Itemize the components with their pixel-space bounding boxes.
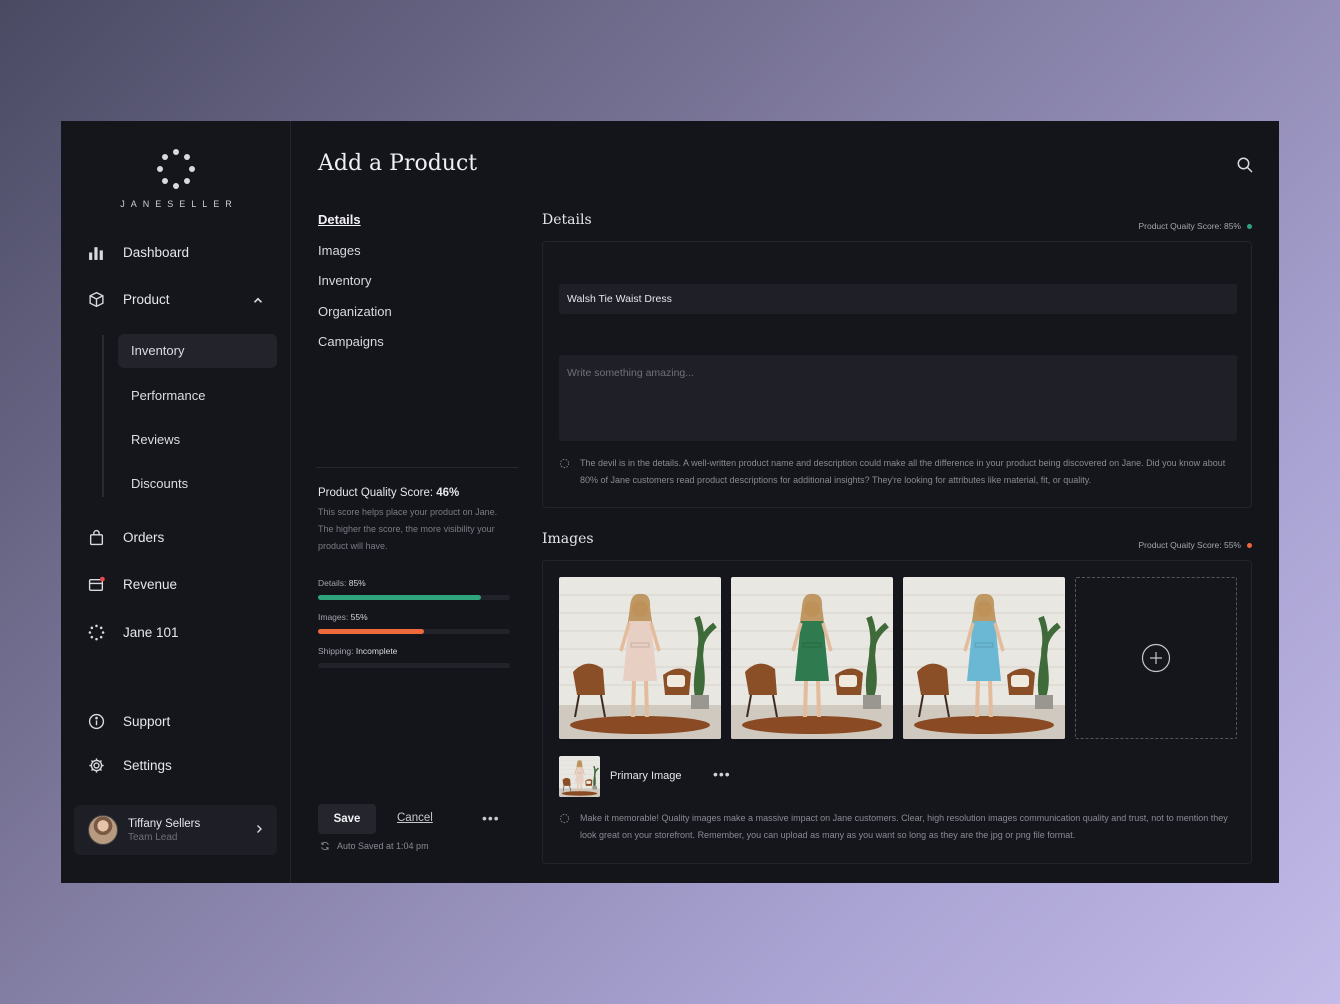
bar-label: Images: (318, 612, 349, 622)
user-profile-card[interactable]: Tiffany Sellers Team Lead (74, 805, 277, 855)
primary-image-label: Primary Image (610, 770, 682, 782)
chevron-right-icon (257, 825, 262, 833)
jane-logo-icon (87, 623, 105, 641)
sidebar-item-dashboard[interactable]: Dashboard (87, 243, 189, 261)
divider (316, 467, 518, 468)
status-dot (1247, 542, 1252, 548)
wallet-icon (87, 575, 105, 593)
images-tip: Make it memorable! Quality images make a… (559, 810, 1229, 844)
bar-label: Shipping: (318, 646, 354, 656)
bag-icon (87, 528, 105, 546)
images-tip-text: Make it memorable! Quality images make a… (580, 813, 1228, 840)
images-quality-score: Product Quaity Score: 55% (1138, 540, 1252, 550)
details-section-title: Details (542, 212, 592, 228)
page-title: Add a Product (318, 151, 478, 176)
quality-score-text: Product Quaity Score: 85% (1138, 221, 1241, 231)
product-photo-2[interactable] (731, 577, 893, 739)
sidebar-item-label: Support (123, 713, 171, 729)
sidebar-subitem-performance[interactable]: Performance (118, 379, 277, 413)
sidebar-item-label: Revenue (123, 576, 178, 592)
images-score-fill (318, 629, 424, 634)
quality-score-label: Product Quality Score: (318, 487, 434, 499)
more-options-button[interactable]: ••• (482, 810, 500, 826)
save-button[interactable]: Save (318, 804, 376, 834)
details-score-fill (318, 595, 482, 600)
sidebar-item-label: Jane 101 (123, 624, 179, 640)
product-photo-3[interactable] (903, 577, 1065, 739)
images-section-title: Images (542, 531, 594, 547)
product-description-input[interactable] (559, 355, 1237, 441)
brand-logo[interactable]: JANESELLER (61, 149, 291, 209)
details-score-bar (318, 595, 510, 600)
image-options-button[interactable]: ••• (713, 766, 731, 782)
notification-dot (99, 576, 105, 582)
section-nav: Details Images Inventory Organization Ca… (318, 211, 392, 364)
images-score-bar (318, 629, 510, 634)
search-icon[interactable] (1236, 156, 1254, 174)
bar-value: Incomplete (355, 646, 398, 656)
details-panel: The devil is in the details. A well-writ… (542, 241, 1252, 508)
sidebar-item-label: Settings (123, 757, 172, 773)
primary-image-thumbnail[interactable] (559, 756, 600, 797)
product-name-input[interactable] (559, 284, 1237, 314)
details-score-label: Details: 85% (318, 578, 366, 588)
section-tab-organization[interactable]: Organization (318, 303, 392, 334)
add-image-button[interactable] (1075, 577, 1237, 739)
sidebar-item-support[interactable]: Support (87, 712, 170, 730)
section-tab-inventory[interactable]: Inventory (318, 272, 392, 303)
sync-icon (321, 841, 329, 851)
user-role: Team Lead (128, 831, 178, 843)
cancel-button[interactable]: Cancel (397, 812, 433, 824)
quality-score-text: Product Quaity Score: 55% (1138, 540, 1241, 550)
sidebar-item-label: Orders (123, 529, 165, 545)
jane-logo-icon (156, 149, 196, 189)
status-dot (1247, 223, 1252, 229)
submenu-rail (102, 335, 104, 497)
images-panel: Primary Image ••• Make it memorable! Qua… (542, 560, 1252, 864)
bar-label: Details: (318, 578, 347, 588)
box-icon (87, 290, 105, 308)
product-photo-1[interactable] (559, 577, 721, 739)
app-window: JANESELLER Dashboard Product Inventory P… (61, 121, 1279, 883)
details-quality-score: Product Quaity Score: 85% (1138, 221, 1252, 231)
sidebar-item-revenue[interactable]: Revenue (87, 575, 177, 593)
brand-name: JANESELLER (120, 199, 238, 209)
section-tab-images[interactable]: Images (318, 242, 392, 273)
loading-spinner-icon (559, 458, 570, 469)
info-icon (87, 712, 105, 730)
quality-score-description: This score helps place your product on J… (318, 507, 498, 551)
quality-score-value: 46% (436, 487, 460, 499)
bar-value: 55% (350, 612, 368, 622)
details-tip-text: The devil is in the details. A well-writ… (580, 458, 1226, 485)
chevron-up-icon[interactable] (251, 293, 265, 307)
sidebar-item-settings[interactable]: Settings (87, 756, 172, 774)
sidebar-subitem-discounts[interactable]: Discounts (118, 467, 277, 501)
sidebar-item-product[interactable]: Product (87, 290, 170, 308)
shipping-score-bar (318, 663, 510, 668)
bar-value: 85% (348, 578, 366, 588)
images-score-label: Images: 55% (318, 612, 368, 622)
gear-icon (87, 756, 105, 774)
sidebar-subitem-inventory[interactable]: Inventory (118, 334, 277, 368)
loading-spinner-icon (559, 813, 570, 824)
sidebar-item-jane-101[interactable]: Jane 101 (87, 623, 179, 641)
avatar (88, 815, 118, 845)
quality-score-title: Product Quality Score: 46% (318, 487, 459, 499)
sidebar-item-orders[interactable]: Orders (87, 528, 164, 546)
sidebar-item-label: Dashboard (123, 244, 190, 260)
sidebar: JANESELLER Dashboard Product Inventory P… (61, 121, 291, 883)
plus-circle-icon (1141, 643, 1171, 673)
autosave-text: Auto Saved at 1:04 pm (337, 841, 429, 851)
section-tab-campaigns[interactable]: Campaigns (318, 333, 392, 364)
bar-chart-icon (87, 243, 105, 261)
sidebar-subitem-reviews[interactable]: Reviews (118, 423, 277, 457)
user-name: Tiffany Sellers (128, 817, 201, 830)
autosave-status: Auto Saved at 1:04 pm (320, 841, 429, 851)
sidebar-item-label: Product (123, 291, 170, 307)
shipping-score-label: Shipping: Incomplete (318, 646, 397, 656)
section-tab-details[interactable]: Details (318, 211, 392, 242)
details-tip: The devil is in the details. A well-writ… (559, 455, 1229, 489)
